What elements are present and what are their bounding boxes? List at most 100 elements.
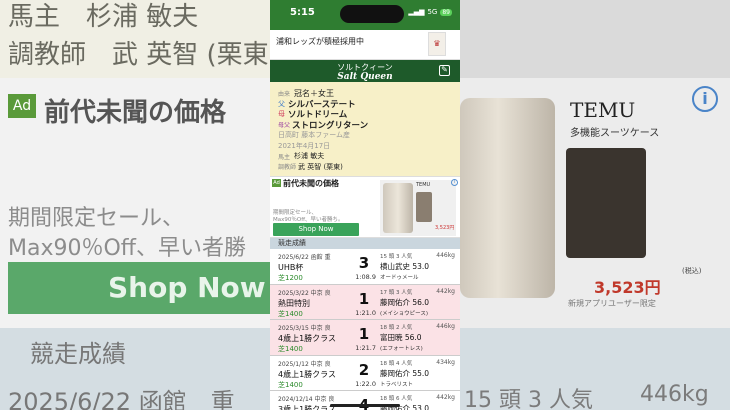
network-label: 5G: [427, 8, 438, 16]
race-date: 2024/12/14 中京 良: [278, 396, 335, 403]
race-rival: トラベリスト: [380, 381, 414, 388]
dam-key: 母: [278, 110, 285, 119]
race-row[interactable]: 2025/6/22 函館 重 UHB杯芝1200 3 1:08.9 15 頭 3 人気横…: [270, 249, 460, 285]
background-ad-badge: Ad: [8, 94, 36, 118]
info-icon: i: [692, 86, 718, 112]
race-row[interactable]: 2025/3/15 中京 良 4歳上1勝クラス 芝1400 1 1:21.7 18 頭 2…: [270, 320, 460, 356]
horse-header: ソルトクィーン Salt Queen ✎: [270, 60, 460, 82]
origin-key: 由来: [278, 90, 291, 98]
background-ad-line1: 期間限定セール、: [8, 206, 185, 231]
ad-price: 3,523円: [435, 225, 455, 231]
race-jockey: 横山武史 53.0: [380, 262, 430, 271]
suitcase-thumb: [416, 192, 432, 222]
damsire-key: 母父: [278, 122, 291, 130]
race-weight: 446kg: [436, 323, 455, 330]
race-weight: 442kg: [436, 287, 455, 295]
background-shop-button: Shop Now: [8, 262, 270, 314]
ad-brand: TEMU: [416, 182, 431, 188]
sire-key: 父: [278, 99, 285, 108]
background-trainer-text: 調教師 武 英智 (栗東): [8, 40, 279, 70]
race-place: 1: [358, 325, 370, 343]
background-right-race: 15 頭 3 人気: [464, 388, 593, 410]
race-field: 18 頭 6 人気: [380, 396, 413, 402]
background-temu-ad: TEMU 多機能スーツケース i 3,523円 (税込) 新規アプリユーザー限定: [460, 78, 730, 328]
race-date: 2025/6/22 函館 重: [278, 254, 331, 261]
background-section-title: 競走成績: [30, 340, 126, 368]
race-weight: 442kg: [436, 394, 455, 401]
owner-value: 杉浦 敏夫: [294, 152, 325, 161]
background-shop-area: Shop Now: [0, 258, 270, 328]
inline-ad[interactable]: Ad 前代未聞の価格 期間限定セール、 Max90％Off、早い者勝ち。 Sho…: [270, 176, 460, 238]
race-rival: (エフォートレス): [380, 346, 423, 352]
race-date: 2025/3/15 中京 良: [278, 325, 331, 332]
race-place: 1: [358, 289, 370, 308]
background-race-line: 2025/6/22 函館 重: [8, 388, 235, 410]
race-jockey: 藤岡佑介 55.0: [380, 368, 430, 378]
shop-now-button[interactable]: Shop Now: [273, 223, 359, 236]
ad-badge: Ad: [272, 179, 281, 187]
race-row[interactable]: 2025/1/12 中京 良 4歳上1勝クラス 芝1400 2 1:22.0 18 頭 4…: [270, 355, 460, 391]
background-brand: TEMU: [570, 98, 636, 122]
race-weight: 446kg: [436, 252, 455, 259]
trainer-value: 武 英智 (栗東): [298, 162, 343, 171]
phone-screen: 5:15 ▂▄▆ 5G 89 浦和レッズが積極採用中 ♛ ソルトクィーン Sal…: [270, 0, 460, 410]
background-price-note: (税込): [682, 267, 702, 275]
race-time: 1:21.7: [355, 344, 376, 352]
owner-key: 馬主: [278, 153, 291, 161]
signal-icon: ▂▄▆: [408, 8, 425, 16]
ad-title: 前代未聞の価格: [283, 179, 339, 188]
top-ad-logo: ♛: [428, 32, 446, 56]
battery-icon: 89: [440, 8, 452, 16]
birthday-text: 2021年4月17日: [278, 141, 331, 150]
race-name: 3歳上1勝クラス: [278, 405, 337, 410]
top-ad-text: 浦和レッズが積極採用中: [276, 37, 364, 46]
background-right-section: 15 頭 3 人気 446kg: [460, 328, 730, 410]
race-place: 3: [358, 254, 370, 272]
race-name: 熱田特別: [278, 298, 310, 308]
trainer-key: 調教師: [278, 164, 297, 172]
background-price: 3,523円: [594, 278, 661, 297]
edit-icon[interactable]: ✎: [439, 65, 450, 76]
damsire-value[interactable]: ストロングリターン: [292, 119, 368, 131]
background-price-sub: 新規アプリユーザー限定: [568, 299, 656, 308]
race-track: 芝1400: [278, 309, 303, 318]
race-rival: (メイショウピース): [380, 310, 429, 317]
race-time: 1:22.0: [355, 379, 376, 388]
ad-image[interactable]: TEMU 3,523円: [380, 180, 456, 236]
background-right-weight: 446kg: [640, 382, 709, 407]
race-name: 4歳上1勝クラス: [278, 369, 337, 379]
status-time: 5:15: [290, 7, 315, 18]
race-field: 15 頭 3 人気: [380, 254, 413, 260]
race-track: 芝1200: [278, 274, 303, 282]
race-name: 4歳上1勝クラス: [278, 334, 337, 343]
race-row[interactable]: 2024/12/14 中京 良3歳上1勝クラス芝140041:21.618 頭 …: [270, 391, 460, 410]
ad-line2: Max90％Off、早い者勝ち。: [273, 217, 344, 223]
race-name: UHB杯: [278, 263, 304, 272]
race-date: 2025/1/12 中京 良: [278, 360, 331, 368]
race-field: 17 頭 3 人気: [380, 289, 413, 296]
ad-info-icon[interactable]: i: [451, 179, 458, 186]
race-date: 2025/3/22 中京 良: [278, 289, 331, 297]
horse-info-panel: 由来 冠名＋女王 父シルバーステート 母ソルトドリーム 母父 ストロングリターン 日…: [270, 82, 460, 176]
suitcase-image-2: [566, 148, 646, 258]
race-row[interactable]: 2025/3/22 中京 良熱田特別 芝1400 1 1:21.0 17 頭 3 人気藤…: [270, 284, 460, 320]
suitcase-image: [383, 183, 413, 233]
status-bar: 5:15 ▂▄▆ 5G 89: [270, 0, 460, 30]
breeder-text: 日高町 藤本ファーム産: [278, 131, 351, 140]
dynamic-island: [340, 5, 404, 23]
race-weight: 434kg: [436, 358, 455, 366]
race-field: 18 頭 2 人気: [380, 325, 413, 331]
background-owner-text: 馬主 杉浦 敏夫: [8, 2, 199, 32]
status-icons: ▂▄▆ 5G 89: [408, 8, 452, 16]
top-banner-ad[interactable]: 浦和レッズが積極採用中 ♛: [270, 30, 460, 60]
race-track: 芝1400: [278, 380, 303, 389]
background-ad-title: 前代未聞の価格: [44, 98, 227, 128]
race-rival: オードゥメール: [380, 275, 419, 281]
horse-name-en: Salt Queen: [337, 72, 393, 82]
section-title: 競走成績: [270, 238, 460, 249]
home-indicator[interactable]: [330, 404, 400, 407]
race-time: 1:08.9: [355, 273, 376, 281]
race-place: 4: [358, 396, 370, 410]
race-place: 2: [358, 360, 370, 379]
race-jockey: 富田暁 56.0: [380, 333, 422, 342]
